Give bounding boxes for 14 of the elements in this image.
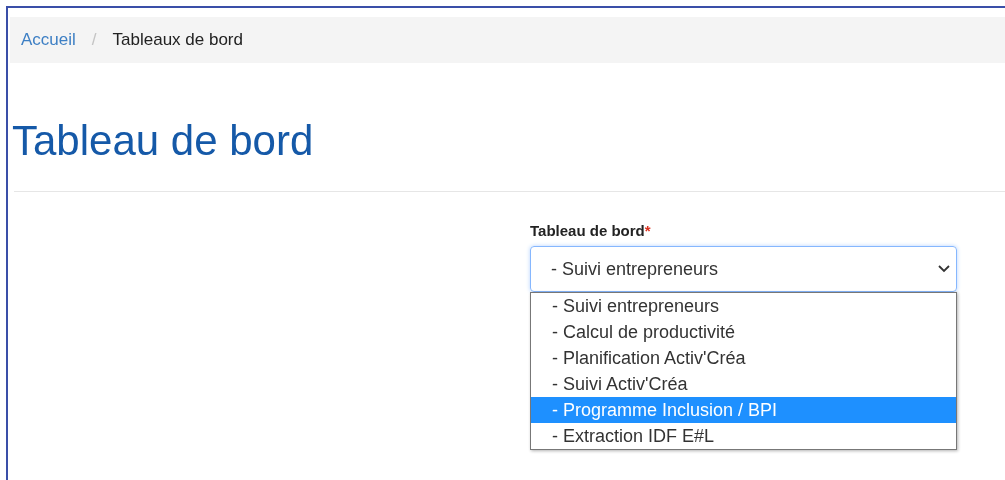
- dashboard-select[interactable]: - Suivi entrepreneurs: [530, 246, 957, 292]
- chevron-down-icon: [938, 265, 950, 273]
- required-mark: *: [644, 222, 651, 239]
- dropdown-option[interactable]: - Calcul de productivité: [531, 319, 956, 345]
- dropdown-option[interactable]: - Suivi entrepreneurs: [531, 293, 956, 319]
- dropdown-option[interactable]: - Planification Activ'Créa: [531, 345, 956, 371]
- breadcrumb-link[interactable]: Accueil: [21, 27, 76, 53]
- page-title: Tableau de bord: [12, 116, 315, 166]
- breadcrumb-current: Tableaux de bord: [112, 29, 243, 52]
- select-value: - Suivi entrepreneurs: [551, 257, 719, 281]
- field-label: Tableau de bord: [530, 222, 645, 239]
- dropdown-option[interactable]: - Suivi Activ'Créa: [531, 371, 956, 397]
- dropdown-option[interactable]: - Extraction IDF E#L: [531, 423, 956, 449]
- breadcrumb-separator: /: [91, 29, 97, 52]
